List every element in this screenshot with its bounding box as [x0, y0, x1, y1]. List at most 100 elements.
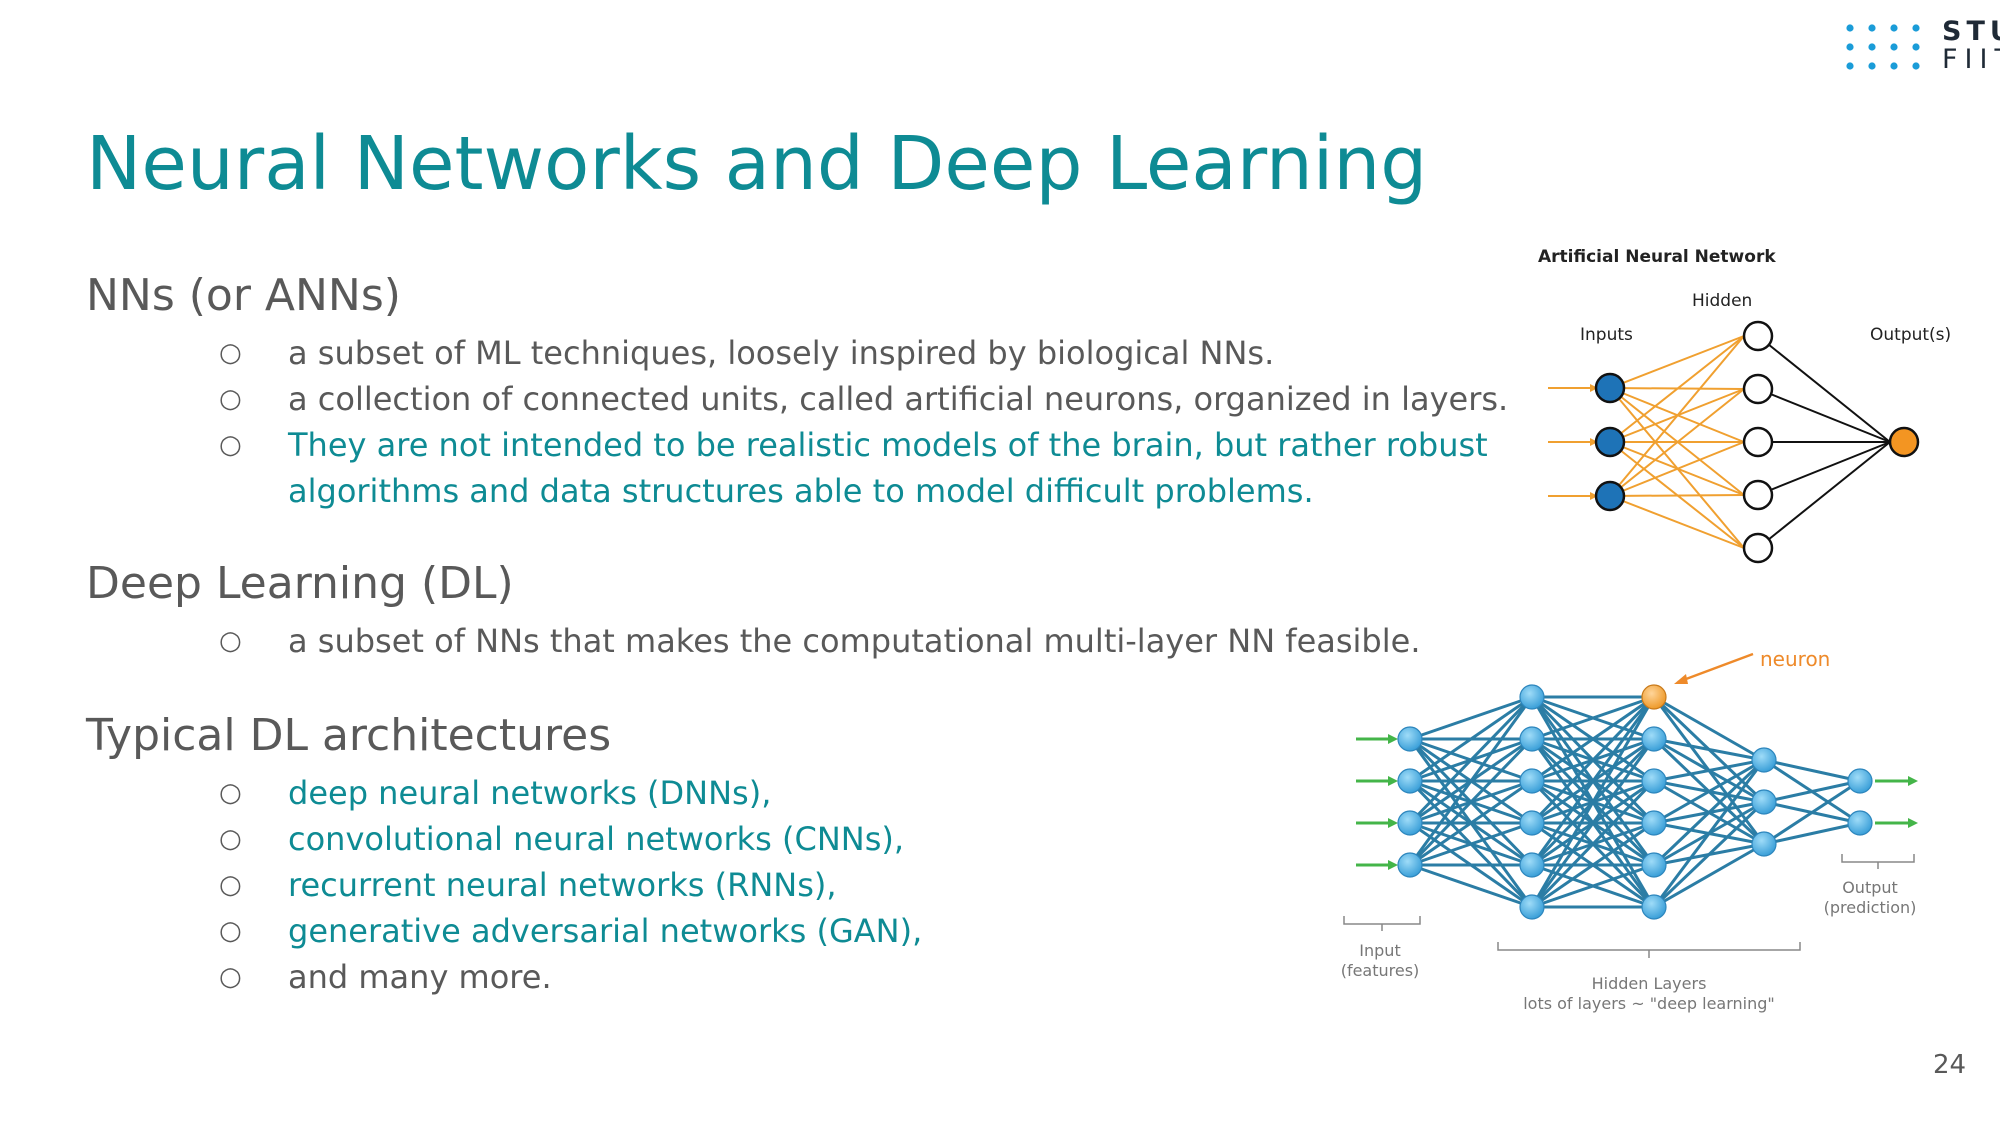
logo-dot	[1846, 24, 1854, 32]
ann-output-node	[1888, 426, 1920, 458]
dl-neuron	[1397, 810, 1423, 836]
logo-dots-icon	[1846, 24, 1920, 70]
logo-dot	[1868, 62, 1876, 70]
page-number: 24	[1933, 1050, 1967, 1080]
section-heading-dl: Deep Learning (DL)	[86, 558, 514, 609]
dl-highlight-neuron	[1641, 684, 1667, 710]
section-heading-architectures: Typical DL architectures	[86, 710, 612, 761]
ann-hidden-node	[1742, 373, 1774, 405]
dl-neuron	[1641, 894, 1667, 920]
ann-diagram: Artificial Neural Network Hidden Inputs …	[1538, 247, 1951, 564]
slide-title: Neural Networks and Deep Learning	[86, 121, 1428, 207]
logo-dot	[1868, 43, 1876, 51]
dl-neuron	[1519, 684, 1545, 710]
logo-dot	[1846, 62, 1854, 70]
bullet-marker: ○	[219, 384, 242, 414]
bullet-marker: ○	[219, 824, 242, 854]
dl-arrow-head	[1908, 776, 1918, 786]
bullet-list-dl: ○ a subset of NNs that makes the computat…	[0, 618, 1420, 664]
ann-title: Artificial Neural Network	[1538, 247, 1776, 267]
logo-text-line1: STU	[1942, 16, 2000, 47]
dl-arrow-head	[1388, 776, 1398, 786]
dl-neuron	[1397, 768, 1423, 794]
university-logo: STU FIIT	[1836, 18, 2000, 74]
bullet-list-architectures: ○ deep neural networks (DNNs), ○ convoluti…	[0, 770, 922, 1000]
dl-neuron	[1641, 852, 1667, 878]
dl-arrow-head	[1388, 734, 1398, 744]
ann-edge	[1757, 441, 1891, 549]
dl-arrow-head	[1908, 818, 1918, 828]
dl-neuron	[1519, 768, 1545, 794]
dl-neuron	[1519, 726, 1545, 752]
dl-neuron	[1397, 852, 1423, 878]
ann-inputs-label: Inputs	[1580, 325, 1633, 345]
ann-input-node	[1594, 480, 1626, 512]
logo-dot	[1868, 24, 1876, 32]
bullet-item: ○ generative adversarial networks (GAN),	[0, 908, 922, 954]
section-heading-nns: NNs (or ANNs)	[86, 270, 401, 321]
bullet-marker: ○	[219, 962, 242, 992]
logo-dot	[1912, 62, 1920, 70]
dl-neuron	[1751, 789, 1777, 815]
bullet-item: ○ recurrent neural networks (RNNs),	[0, 862, 922, 908]
bullet-item: ○ a collection of connected units, called…	[0, 376, 1508, 422]
neuron-label: neuron	[1760, 647, 1830, 671]
logo-dot	[1890, 62, 1898, 70]
ann-input-node	[1594, 426, 1626, 458]
bullet-item: ○ a subset of NNs that makes the computat…	[0, 618, 1420, 664]
logo-text-line2: FIIT	[1942, 44, 2000, 75]
neuron-pointer-line	[1677, 652, 1754, 684]
bullet-item: ○ deep neural networks (DNNs),	[0, 770, 922, 816]
dl-neuron	[1751, 831, 1777, 857]
ann-edge	[1609, 494, 1745, 497]
dl-neuron	[1751, 747, 1777, 773]
output-sublabel: (prediction)	[1824, 898, 1917, 917]
bullet-marker: ○	[219, 778, 242, 808]
input-sublabel: (features)	[1341, 961, 1420, 980]
ann-hidden-label: Hidden	[1692, 291, 1752, 311]
dl-neuron	[1847, 768, 1873, 794]
ann-hidden-node	[1742, 532, 1774, 564]
logo-dot	[1912, 43, 1920, 51]
ann-edge	[1757, 441, 1891, 496]
dl-neuron	[1641, 810, 1667, 836]
hidden-layers-sublabel: lots of layers ~ "deep learning"	[1523, 994, 1775, 1013]
ann-hidden-node	[1742, 426, 1774, 458]
output-bracket	[1841, 854, 1915, 869]
dl-neuron	[1641, 768, 1667, 794]
ann-outputs-label: Output(s)	[1870, 325, 1951, 345]
neuron-pointer-head	[1674, 674, 1688, 684]
logo-dot	[1890, 24, 1898, 32]
dl-neuron	[1519, 852, 1545, 878]
bullet-item: ○ convolutional neural networks (CNNs),	[0, 816, 922, 862]
logo-dot	[1846, 43, 1854, 51]
ann-hidden-node	[1742, 320, 1774, 352]
logo-dot	[1890, 43, 1898, 51]
bullet-marker: ○	[219, 626, 242, 656]
ann-edge	[1609, 335, 1745, 497]
dl-neuron	[1519, 810, 1545, 836]
ann-input-node	[1594, 372, 1626, 404]
hidden-layers-label: Hidden Layers	[1592, 974, 1707, 993]
dl-neuron	[1397, 726, 1423, 752]
input-label: Input	[1359, 941, 1400, 960]
ann-edge	[1757, 335, 1891, 443]
bullet-item: ○ and many more.	[0, 954, 922, 1000]
bullet-item-continuation: algorithms and data structures able to m…	[288, 472, 1314, 510]
dl-neuron	[1847, 810, 1873, 836]
dl-arrow-head	[1388, 818, 1398, 828]
dl-neuron	[1519, 894, 1545, 920]
output-label: Output	[1842, 878, 1898, 897]
bullet-list-nns: ○ a subset of ML techniques, loosely insp…	[0, 330, 1508, 514]
bullet-marker: ○	[219, 870, 242, 900]
bullet-marker: ○	[219, 430, 242, 460]
dl-arrow-head	[1388, 860, 1398, 870]
ann-edge	[1609, 495, 1745, 549]
bullet-item: ○ a subset of ML techniques, loosely insp…	[0, 330, 1508, 376]
ann-hidden-node	[1742, 479, 1774, 511]
bullet-marker: ○	[219, 338, 242, 368]
hidden-bracket	[1497, 942, 1801, 958]
bullet-item-highlight: ○ They are not intended to be realistic m…	[0, 422, 1508, 468]
ann-edge	[1757, 388, 1891, 443]
bullet-marker: ○	[219, 916, 242, 946]
